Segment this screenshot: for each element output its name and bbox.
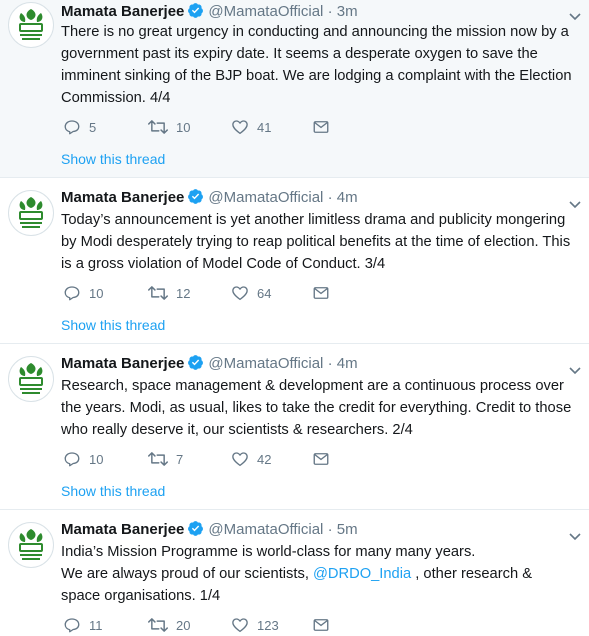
heart-icon bbox=[232, 618, 248, 633]
like-button[interactable]: 64 bbox=[231, 284, 271, 304]
display-name[interactable]: Mamata Banerjee bbox=[61, 355, 184, 372]
direct-message-button[interactable] bbox=[312, 450, 330, 470]
heart-icon bbox=[232, 286, 248, 301]
like-count: 41 bbox=[257, 120, 272, 135]
tweet-header: Mamata Banerjee @MamataOfficial · 3m bbox=[61, 2, 589, 22]
retweet-count: 7 bbox=[176, 452, 184, 467]
trinamool-logo-icon bbox=[19, 363, 43, 394]
heart-icon bbox=[232, 452, 248, 467]
reply-count: 10 bbox=[89, 452, 104, 467]
handle[interactable]: @MamataOfficial bbox=[208, 3, 323, 20]
direct-message-button[interactable] bbox=[312, 118, 330, 138]
retweet-icon bbox=[148, 120, 168, 134]
like-button[interactable]: 123 bbox=[231, 616, 279, 636]
display-name[interactable]: Mamata Banerjee bbox=[61, 521, 184, 538]
handle[interactable]: @MamataOfficial bbox=[208, 189, 323, 206]
display-name[interactable]: Mamata Banerjee bbox=[61, 3, 184, 20]
tweet-text: There is no great urgency in conducting … bbox=[61, 24, 572, 106]
show-thread-link[interactable]: Show this thread bbox=[61, 316, 165, 334]
tweet[interactable]: Mamata Banerjee @MamataOfficial · 3m Ther… bbox=[0, 0, 589, 178]
handle[interactable]: @MamataOfficial bbox=[208, 355, 323, 372]
retweet-count: 20 bbox=[176, 618, 191, 633]
trinamool-logo-icon bbox=[19, 529, 43, 560]
reply-icon bbox=[64, 618, 80, 633]
retweet-button[interactable]: 10 bbox=[148, 118, 190, 138]
timestamp[interactable]: · 3m bbox=[328, 3, 358, 20]
like-count: 123 bbox=[257, 618, 279, 633]
reply-button[interactable]: 11 bbox=[63, 616, 103, 636]
reply-icon bbox=[64, 120, 80, 135]
tweet-header: Mamata Banerjee @MamataOfficial · 4m bbox=[61, 354, 589, 374]
envelope-icon bbox=[313, 287, 329, 299]
tweet-text: Research, space management & development… bbox=[61, 378, 572, 438]
like-count: 64 bbox=[257, 286, 272, 301]
envelope-icon bbox=[313, 619, 329, 631]
retweet-count: 10 bbox=[176, 120, 191, 135]
tweet[interactable]: Mamata Banerjee @MamataOfficial · 4m Rese… bbox=[0, 344, 589, 510]
reply-icon bbox=[64, 286, 80, 301]
reply-button[interactable]: 10 bbox=[63, 450, 103, 470]
show-thread-link[interactable]: Show this thread bbox=[61, 150, 165, 168]
tweet-text-line: India’s Mission Programme is world-class… bbox=[61, 544, 476, 560]
reply-count: 11 bbox=[89, 618, 103, 633]
tweet-header: Mamata Banerjee @MamataOfficial · 5m bbox=[61, 520, 589, 540]
display-name[interactable]: Mamata Banerjee bbox=[61, 189, 184, 206]
like-count: 42 bbox=[257, 452, 272, 467]
timestamp[interactable]: · 4m bbox=[328, 189, 358, 206]
verified-badge-icon bbox=[187, 520, 204, 543]
direct-message-button[interactable] bbox=[312, 616, 330, 636]
avatar[interactable] bbox=[8, 356, 54, 402]
reply-icon bbox=[64, 452, 80, 467]
retweet-count: 12 bbox=[176, 286, 191, 301]
avatar[interactable] bbox=[8, 190, 54, 236]
tweet-text-line: We are always proud of our scientists, @… bbox=[61, 563, 575, 607]
verified-badge-icon bbox=[187, 354, 204, 377]
retweet-icon bbox=[148, 618, 168, 632]
retweet-button[interactable]: 7 bbox=[148, 450, 183, 470]
envelope-icon bbox=[313, 453, 329, 465]
retweet-button[interactable]: 12 bbox=[148, 284, 190, 304]
like-button[interactable]: 42 bbox=[231, 450, 271, 470]
trinamool-logo-icon bbox=[19, 9, 43, 40]
trinamool-logo-icon bbox=[19, 197, 43, 228]
timestamp[interactable]: · 5m bbox=[328, 521, 358, 538]
tweet-header: Mamata Banerjee @MamataOfficial · 4m bbox=[61, 188, 589, 208]
reply-count: 10 bbox=[89, 286, 104, 301]
envelope-icon bbox=[313, 121, 329, 133]
tweet-text: India’s Mission Programme is world-class… bbox=[61, 541, 575, 607]
tweet[interactable]: Mamata Banerjee @MamataOfficial · 4m Toda… bbox=[0, 178, 589, 344]
reply-button[interactable]: 5 bbox=[63, 118, 96, 138]
verified-badge-icon bbox=[187, 188, 204, 211]
timestamp[interactable]: · 4m bbox=[328, 355, 358, 372]
tweet-feed: Mamata Banerjee @MamataOfficial · 3m Ther… bbox=[0, 0, 589, 636]
direct-message-button[interactable] bbox=[312, 284, 330, 304]
mention-link[interactable]: @DRDO_India bbox=[313, 566, 411, 582]
retweet-button[interactable]: 20 bbox=[148, 616, 190, 636]
retweet-icon bbox=[148, 452, 168, 466]
avatar[interactable] bbox=[8, 522, 54, 568]
avatar[interactable] bbox=[8, 2, 54, 48]
handle[interactable]: @MamataOfficial bbox=[208, 521, 323, 538]
reply-button[interactable]: 10 bbox=[63, 284, 103, 304]
show-thread-link[interactable]: Show this thread bbox=[61, 482, 165, 500]
heart-icon bbox=[232, 120, 248, 135]
tweet[interactable]: Mamata Banerjee @MamataOfficial · 5m Indi… bbox=[0, 510, 589, 636]
tweet-text: Today’s announcement is yet another limi… bbox=[61, 212, 571, 272]
like-button[interactable]: 41 bbox=[231, 118, 271, 138]
tweet-text-segment: We are always proud of our scientists, bbox=[61, 566, 313, 582]
retweet-icon bbox=[148, 286, 168, 300]
reply-count: 5 bbox=[89, 120, 97, 135]
